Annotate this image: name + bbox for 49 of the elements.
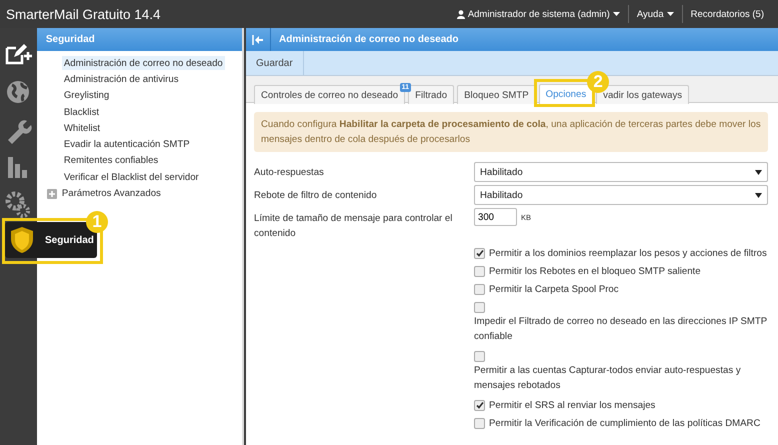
size-input[interactable]: 300 xyxy=(474,208,517,226)
shield-icon xyxy=(9,226,35,254)
dropdown[interactable]: Habilitado xyxy=(474,162,768,182)
tab[interactable]: Opciones xyxy=(538,84,594,104)
option-label: Impedir el Filtrado de correo no deseado en las direcciones IP SMTP confiable xyxy=(474,315,768,344)
nav-item[interactable]: Administración de antivirus xyxy=(62,72,180,87)
checkbox[interactable] xyxy=(474,351,485,362)
nav-item[interactable]: Parámetros Avanzados xyxy=(62,186,163,201)
app-title: SmarterMail Gratuito 14.4 xyxy=(6,6,162,22)
field-label: Rebote de filtro de contenido xyxy=(254,189,378,203)
save-button[interactable]: Guardar xyxy=(246,51,304,75)
field-label: Límite de tamaño de mensaje para controlar el contenido xyxy=(254,212,454,241)
checkbox[interactable] xyxy=(474,284,485,295)
user-menu[interactable]: Administrador de sistema (admin) xyxy=(448,8,628,20)
panel-header: Seguridad xyxy=(36,28,242,51)
caret-icon xyxy=(612,12,620,16)
nav-item[interactable]: Blacklist xyxy=(62,104,102,120)
checkbox[interactable] xyxy=(474,418,485,429)
checkbox[interactable] xyxy=(474,400,485,411)
gears-icon[interactable] xyxy=(4,190,32,218)
nav-item[interactable]: Verificar el Blacklist del servidor xyxy=(62,170,201,184)
option-label: Permitir los Rebotes en el bloqueo SMTP saliente xyxy=(489,266,701,277)
security-label: Seguridad xyxy=(45,234,94,246)
option-label: Permitir la Verificación de cumplimiento de las políticas DMARC xyxy=(489,418,760,429)
tab[interactable]: Bloqueo SMTP xyxy=(457,85,536,104)
option-label: Permitir a los dominios reemplazar los pesos y acciones de filtros xyxy=(489,248,767,259)
checkbox[interactable] xyxy=(474,248,485,259)
nav-item[interactable]: Evadir la autenticación SMTP xyxy=(62,137,192,152)
dropdown[interactable]: Habilitado xyxy=(474,185,768,205)
checkbox[interactable] xyxy=(474,302,485,313)
option-label: Permitir la Carpeta Spool Proc xyxy=(489,284,619,295)
dropdown-arrow-icon xyxy=(755,170,762,174)
user-icon xyxy=(456,10,465,18)
nav-item[interactable]: Whitelist xyxy=(62,121,102,136)
plus-icon[interactable] xyxy=(46,188,57,199)
nav-item[interactable]: Administración de correo no deseado xyxy=(62,56,225,70)
reminders-link[interactable]: Recordatorios (5) xyxy=(682,8,772,20)
option-label: Permitir a las cuentas Capturar-todos enviar auto-respuestas y mensajes rebotados xyxy=(474,364,742,392)
option-label: Permitir el SRS al renviar los mensajes xyxy=(489,400,656,411)
dropdown-arrow-icon xyxy=(755,192,762,198)
caret-icon xyxy=(666,12,674,16)
tab[interactable]: Filtrado xyxy=(408,85,454,104)
panel-title: Administración de correo no deseado xyxy=(278,34,458,45)
help-menu[interactable]: Ayuda xyxy=(628,8,682,20)
nav-item[interactable]: Remitentes confiables xyxy=(62,154,160,168)
info-notice: Cuando configura Habilitar la carpeta de procesamiento de cola, una aplicación de terceras partes debe mover los mensajes dentro de cola después de procesarlos xyxy=(254,112,768,152)
field-label: Auto-respuestas xyxy=(254,166,325,180)
nav-item[interactable]: Greylisting xyxy=(62,88,112,103)
checkbox[interactable] xyxy=(474,266,485,277)
